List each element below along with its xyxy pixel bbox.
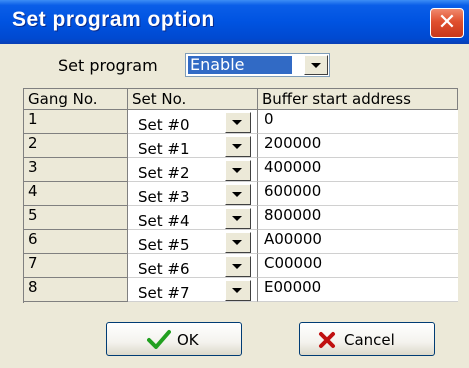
set-number-select[interactable]: Set #3 — [128, 182, 258, 206]
gang-number-cell: 1 — [24, 110, 128, 134]
set-number-dropdown-button[interactable] — [225, 160, 251, 181]
ok-button-label: OK — [177, 331, 199, 349]
gang-number-cell: 4 — [24, 182, 128, 206]
set-number-value: Set #7 — [138, 284, 190, 302]
set-program-select[interactable]: Enable — [185, 53, 330, 77]
ok-button[interactable]: OK — [106, 322, 242, 356]
set-number-select[interactable]: Set #7 — [128, 278, 258, 302]
set-number-dropdown-button[interactable] — [225, 208, 251, 229]
title-bar[interactable]: Set program option ✕ — [0, 0, 469, 44]
close-button[interactable]: ✕ — [430, 8, 464, 38]
gang-settings-table: Gang No. Set No. Buffer start address 1S… — [23, 88, 458, 303]
buffer-start-address-field[interactable]: 800000 — [258, 206, 458, 230]
set-number-value: Set #0 — [138, 116, 190, 134]
check-icon — [147, 330, 171, 349]
set-number-value: Set #4 — [138, 212, 190, 230]
set-number-value: Set #6 — [138, 260, 190, 278]
set-number-dropdown-button[interactable] — [225, 256, 251, 277]
cancel-button-label: Cancel — [344, 331, 395, 349]
chevron-down-icon — [232, 168, 242, 173]
chevron-down-icon — [232, 192, 242, 197]
header-gang-no: Gang No. — [24, 89, 128, 110]
gang-number-cell: 6 — [24, 230, 128, 254]
set-number-select[interactable]: Set #2 — [128, 158, 258, 182]
close-icon: ✕ — [437, 10, 457, 35]
set-program-dropdown-button[interactable] — [304, 55, 328, 75]
set-program-option-dialog: Set program option ✕ Set program Enable … — [0, 0, 469, 368]
buffer-start-address-field[interactable]: 400000 — [258, 158, 458, 182]
set-number-dropdown-button[interactable] — [225, 184, 251, 205]
header-buffer-start-address: Buffer start address — [258, 89, 458, 110]
set-program-value: Enable — [187, 55, 293, 75]
chevron-down-icon — [232, 288, 242, 293]
x-icon — [319, 332, 335, 348]
gang-number-cell: 5 — [24, 206, 128, 230]
cancel-button[interactable]: Cancel — [299, 322, 435, 356]
set-number-dropdown-button[interactable] — [225, 280, 251, 301]
chevron-down-icon — [232, 264, 242, 269]
set-program-label: Set program — [58, 56, 158, 75]
dialog-title: Set program option — [12, 8, 215, 31]
buffer-start-address-field[interactable]: 200000 — [258, 134, 458, 158]
set-number-value: Set #1 — [138, 140, 190, 158]
set-number-value: Set #5 — [138, 236, 190, 254]
set-number-dropdown-button[interactable] — [225, 232, 251, 253]
set-number-dropdown-button[interactable] — [225, 112, 251, 133]
chevron-down-icon — [311, 63, 321, 68]
chevron-down-icon — [232, 240, 242, 245]
set-number-select[interactable]: Set #0 — [128, 110, 258, 134]
set-number-select[interactable]: Set #5 — [128, 230, 258, 254]
set-number-select[interactable]: Set #1 — [128, 134, 258, 158]
chevron-down-icon — [232, 144, 242, 149]
buffer-start-address-field[interactable]: E00000 — [258, 278, 458, 302]
gang-number-cell: 7 — [24, 254, 128, 278]
chevron-down-icon — [232, 120, 242, 125]
gang-number-cell: 3 — [24, 158, 128, 182]
buffer-start-address-field[interactable]: A00000 — [258, 230, 458, 254]
set-number-value: Set #3 — [138, 188, 190, 206]
gang-number-cell: 8 — [24, 278, 128, 302]
set-number-value: Set #2 — [138, 164, 190, 182]
gang-number-cell: 2 — [24, 134, 128, 158]
chevron-down-icon — [232, 216, 242, 221]
set-number-select[interactable]: Set #6 — [128, 254, 258, 278]
set-number-select[interactable]: Set #4 — [128, 206, 258, 230]
buffer-start-address-field[interactable]: 600000 — [258, 182, 458, 206]
buffer-start-address-field[interactable]: 0 — [258, 110, 458, 134]
buffer-start-address-field[interactable]: C00000 — [258, 254, 458, 278]
set-number-dropdown-button[interactable] — [225, 136, 251, 157]
header-set-no: Set No. — [128, 89, 258, 110]
